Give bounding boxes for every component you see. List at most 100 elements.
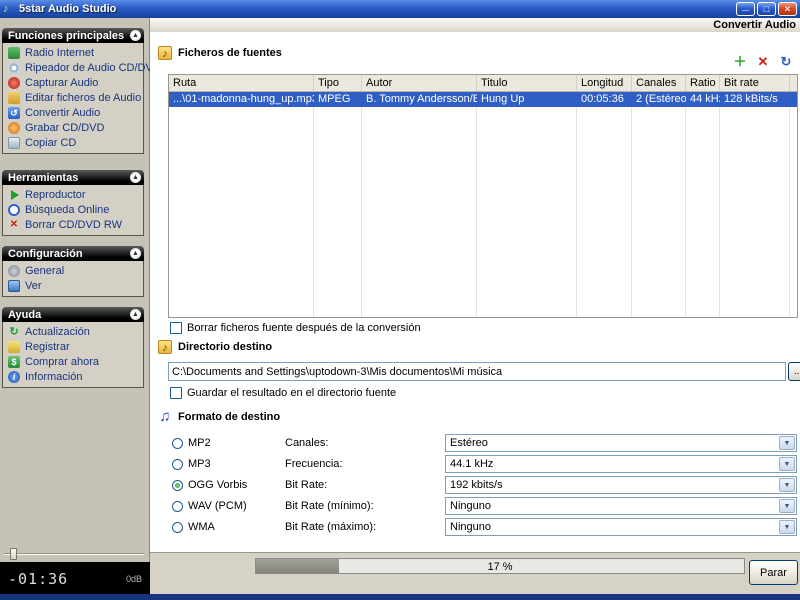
sidebar-item-busqueda[interactable]: Búsqueda Online bbox=[3, 202, 143, 217]
column-header-bitrate[interactable]: Bit rate bbox=[720, 75, 790, 91]
slider-thumb[interactable] bbox=[10, 548, 17, 560]
player-seek-slider[interactable] bbox=[4, 548, 144, 560]
format-row-mp2: MP2 Canales: Estéreo bbox=[172, 434, 798, 452]
chevron-down-icon bbox=[779, 499, 795, 513]
sidebar-item-comprar[interactable]: Comprar ahora bbox=[3, 354, 143, 369]
delete-after-conversion-checkbox[interactable] bbox=[170, 322, 182, 334]
collapse-icon[interactable] bbox=[130, 30, 141, 41]
mp2-radio-label[interactable]: MP2 bbox=[188, 437, 283, 449]
ogg-vorbis-radio-label[interactable]: OGG Vorbis bbox=[188, 479, 283, 491]
sidebar-item-label: Información bbox=[25, 371, 82, 383]
online-search-icon bbox=[8, 204, 20, 216]
cell-autor: B. Tommy Andersson/B... bbox=[362, 92, 477, 107]
sidebar-item-label: Búsqueda Online bbox=[25, 204, 109, 216]
bitrate-label: Bit Rate: bbox=[285, 479, 327, 491]
sidebar-item-registrar[interactable]: Registrar bbox=[3, 339, 143, 354]
table-header: Ruta Tipo Autor Titulo Longitud Canales … bbox=[169, 75, 797, 92]
sidebar-item-copiar[interactable]: Copiar CD bbox=[3, 135, 143, 150]
canales-dropdown[interactable]: Estéreo bbox=[445, 434, 797, 452]
sidebar-item-general[interactable]: General bbox=[3, 263, 143, 278]
sidebar-item-label: Grabar CD/DVD bbox=[25, 122, 104, 134]
bitrate-max-dropdown[interactable]: Ninguno bbox=[445, 518, 797, 536]
app-icon bbox=[3, 3, 15, 15]
sidebar-item-label: Borrar CD/DVD RW bbox=[25, 219, 122, 231]
conversion-progress-bar: 17 % bbox=[255, 558, 745, 574]
wma-radio-label[interactable]: WMA bbox=[188, 521, 283, 533]
group-header-funciones[interactable]: Funciones principales bbox=[2, 28, 144, 43]
sidebar-item-label: Editar ficheros de Audio bbox=[25, 92, 141, 104]
sidebar-item-label: Ver bbox=[25, 280, 42, 292]
view-settings-icon bbox=[8, 280, 20, 292]
sidebar-item-reproductor[interactable]: Reproductor bbox=[3, 187, 143, 202]
column-header-tipo[interactable]: Tipo bbox=[314, 75, 362, 91]
cd-ripper-icon bbox=[8, 62, 20, 74]
remove-file-icon[interactable] bbox=[755, 54, 771, 70]
column-header-titulo[interactable]: Titulo bbox=[477, 75, 577, 91]
collapse-icon[interactable] bbox=[130, 309, 141, 320]
clear-list-icon[interactable] bbox=[778, 54, 794, 70]
sidebar-item-grabar[interactable]: Grabar CD/DVD bbox=[3, 120, 143, 135]
maximize-button[interactable] bbox=[757, 2, 776, 16]
sidebar-item-informacion[interactable]: Información bbox=[3, 369, 143, 384]
group-header-ayuda[interactable]: Ayuda bbox=[2, 307, 144, 322]
cell-ratio: 44 kHz bbox=[686, 92, 720, 107]
format-section-title: Formato de destino bbox=[178, 411, 280, 423]
bitrate-dropdown[interactable]: 192 kbits/s bbox=[445, 476, 797, 494]
general-settings-icon bbox=[8, 265, 20, 277]
bitrate-max-value: Ninguno bbox=[446, 519, 796, 533]
title-bar: 5star Audio Studio bbox=[0, 0, 800, 18]
column-header-canales[interactable]: Canales bbox=[632, 75, 686, 91]
mp3-radio[interactable] bbox=[172, 459, 183, 470]
ogg-vorbis-radio[interactable] bbox=[172, 480, 183, 491]
group-items: Actualización Registrar Comprar ahora In… bbox=[2, 322, 144, 388]
player-icon bbox=[8, 189, 20, 201]
window-bottom-border bbox=[0, 594, 800, 600]
player-db-level: 0dB bbox=[126, 574, 142, 584]
wav-pcm-radio-label[interactable]: WAV (PCM) bbox=[188, 500, 283, 512]
destination-path-input[interactable] bbox=[168, 362, 786, 381]
group-header-herramientas[interactable]: Herramientas bbox=[2, 170, 144, 185]
minimize-button[interactable] bbox=[736, 2, 755, 16]
canales-value: Estéreo bbox=[446, 435, 796, 449]
delete-after-conversion-label: Borrar ficheros fuente después de la con… bbox=[187, 322, 421, 334]
sidebar-item-radio-internet[interactable]: Radio Internet bbox=[3, 45, 143, 60]
cell-canales: 2 (Estéreo) bbox=[632, 92, 686, 107]
bitrate-min-value: Ninguno bbox=[446, 498, 796, 512]
slider-track[interactable] bbox=[4, 553, 144, 555]
browse-button[interactable]: ... bbox=[788, 362, 800, 381]
bitrate-min-dropdown[interactable]: Ninguno bbox=[445, 497, 797, 515]
progress-percent-label: 17 % bbox=[256, 561, 744, 573]
sidebar-item-ripeador[interactable]: Ripeador de Audio CD/DVD bbox=[3, 60, 143, 75]
sidebar-item-borrar-cd[interactable]: Borrar CD/DVD RW bbox=[3, 217, 143, 232]
sidebar-item-actualizacion[interactable]: Actualización bbox=[3, 324, 143, 339]
sidebar-group-configuracion: Configuración General Ver bbox=[2, 246, 144, 297]
close-button[interactable] bbox=[778, 2, 797, 16]
frecuencia-label: Frecuencia: bbox=[285, 458, 342, 470]
group-header-configuracion[interactable]: Configuración bbox=[2, 246, 144, 261]
column-header-autor[interactable]: Autor bbox=[362, 75, 477, 91]
sidebar-item-label: Actualización bbox=[25, 326, 90, 338]
mp2-radio[interactable] bbox=[172, 438, 183, 449]
wav-pcm-radio[interactable] bbox=[172, 501, 183, 512]
save-in-source-checkbox[interactable] bbox=[170, 387, 182, 399]
add-files-icon[interactable] bbox=[732, 54, 748, 70]
sources-section-title: Ficheros de fuentes bbox=[178, 47, 282, 59]
column-header-longitud[interactable]: Longitud bbox=[577, 75, 632, 91]
frecuencia-dropdown[interactable]: 44.1 kHz bbox=[445, 455, 797, 473]
table-row-selected[interactable]: ...\01-madonna-hung_up.mp3 MPEG B. Tommy… bbox=[169, 92, 797, 107]
source-files-icon bbox=[158, 46, 172, 60]
update-icon bbox=[8, 326, 20, 338]
sidebar-item-editar[interactable]: Editar ficheros de Audio bbox=[3, 90, 143, 105]
sidebar-item-ver[interactable]: Ver bbox=[3, 278, 143, 293]
buy-now-icon bbox=[8, 356, 20, 368]
stop-button[interactable]: Parar bbox=[749, 560, 798, 585]
wma-radio[interactable] bbox=[172, 522, 183, 533]
sidebar-item-capturar[interactable]: Capturar Audio bbox=[3, 75, 143, 90]
mp3-radio-label[interactable]: MP3 bbox=[188, 458, 283, 470]
column-header-ratio[interactable]: Ratio bbox=[686, 75, 720, 91]
collapse-icon[interactable] bbox=[130, 248, 141, 259]
collapse-icon[interactable] bbox=[130, 172, 141, 183]
save-in-source-row: Guardar el resultado en el directorio fu… bbox=[170, 387, 396, 399]
column-header-ruta[interactable]: Ruta bbox=[169, 75, 314, 91]
sidebar-item-convertir[interactable]: Convertir Audio bbox=[3, 105, 143, 120]
